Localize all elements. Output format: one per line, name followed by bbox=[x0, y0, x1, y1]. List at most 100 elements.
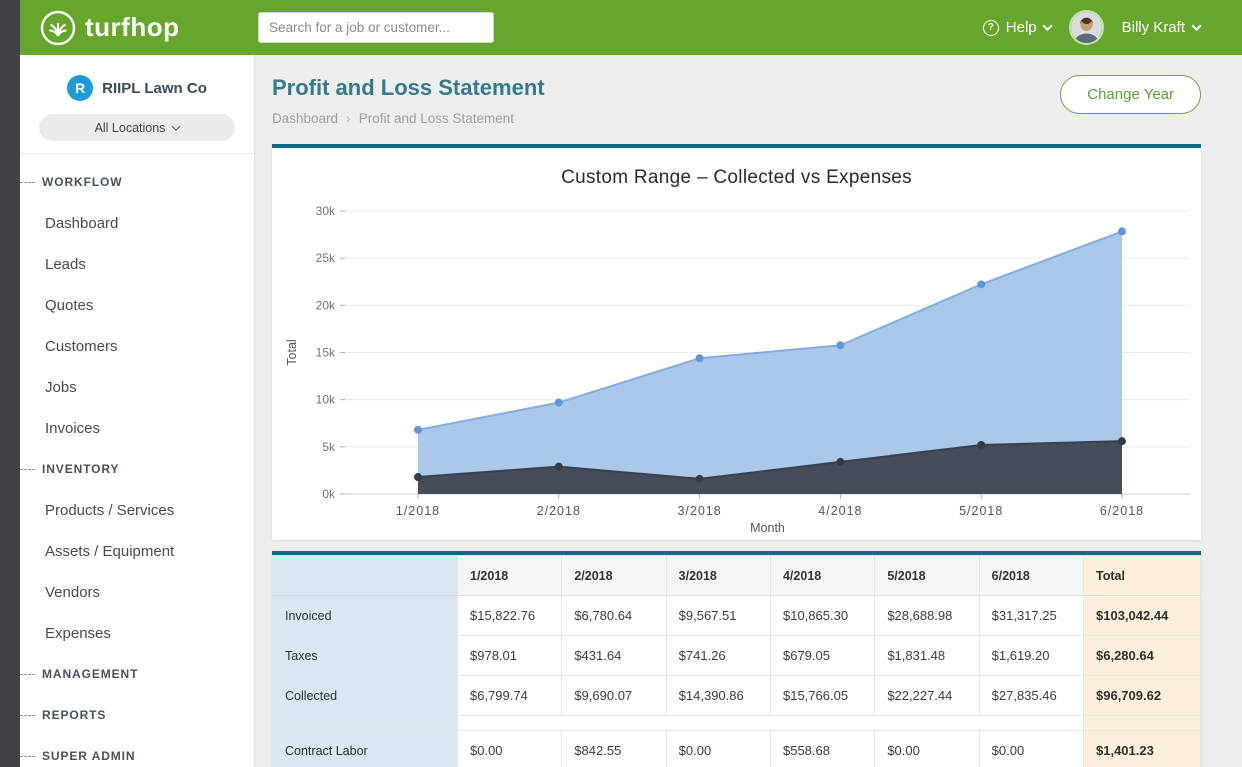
breadcrumb-separator-icon: › bbox=[346, 110, 351, 126]
company-row: R RIIPL Lawn Co bbox=[20, 75, 254, 101]
help-label: Help bbox=[1006, 19, 1037, 36]
column-header: 4/2018 bbox=[770, 556, 874, 596]
tree-dash-icon bbox=[20, 469, 35, 470]
sidebar-item-invoices[interactable]: Invoices bbox=[20, 408, 254, 449]
svg-text:5/2018: 5/2018 bbox=[959, 504, 1003, 518]
table-cell-total: $103,042.44 bbox=[1084, 596, 1201, 636]
table-cell: $1,831.48 bbox=[875, 636, 979, 676]
column-header: 1/2018 bbox=[458, 556, 562, 596]
svg-text:Month: Month bbox=[750, 521, 785, 535]
search-input[interactable] bbox=[258, 12, 494, 43]
section-label: INVENTORY bbox=[42, 462, 119, 476]
chart-title: Custom Range – Collected vs Expenses bbox=[272, 148, 1201, 193]
user-menu[interactable]: Billy Kraft bbox=[1122, 19, 1200, 36]
change-year-button[interactable]: Change Year bbox=[1060, 75, 1201, 114]
app: turfhop ? Help Billy Kraft bbox=[20, 0, 1242, 767]
chart-card: Custom Range – Collected vs Expenses 0k 5… bbox=[272, 144, 1201, 540]
table-row: Contract Labor $0.00 $842.55 $0.00 $558.… bbox=[273, 731, 1201, 767]
sidebar: R RIIPL Lawn Co All Locations WORKFLOW D… bbox=[20, 55, 255, 767]
table-cell: $842.55 bbox=[562, 731, 666, 767]
svg-text:5k: 5k bbox=[322, 440, 336, 454]
location-selector[interactable]: All Locations bbox=[39, 114, 235, 141]
row-label: Contract Labor bbox=[273, 731, 458, 767]
sidebar-item-leads[interactable]: Leads bbox=[20, 244, 254, 285]
sidebar-item-assets-equipment[interactable]: Assets / Equipment bbox=[20, 531, 254, 572]
table-cell: $9,567.51 bbox=[666, 596, 770, 636]
sidebar-section-inventory[interactable]: INVENTORY bbox=[20, 449, 254, 490]
breadcrumb-dashboard[interactable]: Dashboard bbox=[272, 111, 338, 126]
brand-logo[interactable]: turfhop bbox=[40, 10, 258, 46]
column-header: 6/2018 bbox=[979, 556, 1083, 596]
tree-dash-icon bbox=[20, 756, 35, 757]
table-cell: $15,766.05 bbox=[770, 676, 874, 716]
avatar[interactable] bbox=[1069, 10, 1104, 45]
user-name: Billy Kraft bbox=[1122, 19, 1185, 36]
table-cell: $978.01 bbox=[458, 636, 562, 676]
sidebar-nav: WORKFLOW Dashboard Leads Quotes Customer… bbox=[20, 154, 254, 767]
table-cell: $31,317.25 bbox=[979, 596, 1083, 636]
left-edge bbox=[0, 0, 20, 767]
brand-text: turfhop bbox=[85, 12, 179, 43]
svg-text:25k: 25k bbox=[316, 251, 336, 265]
sidebar-item-products-services[interactable]: Products / Services bbox=[20, 490, 254, 531]
tree-dash-icon bbox=[20, 715, 35, 716]
table-cell: $431.64 bbox=[562, 636, 666, 676]
svg-text:20k: 20k bbox=[316, 298, 336, 312]
column-header: 2/2018 bbox=[562, 556, 666, 596]
table-cell: $0.00 bbox=[875, 731, 979, 767]
row-label: Invoiced bbox=[273, 596, 458, 636]
help-icon: ? bbox=[983, 20, 999, 36]
sidebar-item-jobs[interactable]: Jobs bbox=[20, 367, 254, 408]
breadcrumb: Dashboard › Profit and Loss Statement bbox=[272, 110, 545, 126]
company-name: RIIPL Lawn Co bbox=[102, 80, 207, 97]
table-cell: $0.00 bbox=[458, 731, 562, 767]
table-cell: $14,390.86 bbox=[666, 676, 770, 716]
tree-dash-icon bbox=[20, 674, 35, 675]
table-cell: $6,780.64 bbox=[562, 596, 666, 636]
table-group-spacer bbox=[273, 716, 1201, 731]
avatar-image bbox=[1071, 12, 1102, 43]
svg-text:30k: 30k bbox=[316, 204, 336, 218]
column-header: 5/2018 bbox=[875, 556, 979, 596]
help-menu[interactable]: ? Help bbox=[983, 19, 1051, 36]
table-cell: $0.00 bbox=[979, 731, 1083, 767]
chevron-down-icon bbox=[172, 122, 180, 130]
table-cell: $22,227.44 bbox=[875, 676, 979, 716]
sidebar-section-reports[interactable]: REPORTS bbox=[20, 695, 254, 736]
sidebar-section-workflow[interactable]: WORKFLOW bbox=[20, 162, 254, 203]
svg-text:1/2018: 1/2018 bbox=[396, 504, 440, 518]
sidebar-company-block: R RIIPL Lawn Co All Locations bbox=[20, 55, 254, 154]
table-row: Taxes $978.01 $431.64 $741.26 $679.05 $1… bbox=[273, 636, 1201, 676]
location-selector-label: All Locations bbox=[95, 121, 166, 135]
table-cell: $10,865.30 bbox=[770, 596, 874, 636]
sidebar-item-customers[interactable]: Customers bbox=[20, 326, 254, 367]
topbar: turfhop ? Help Billy Kraft bbox=[20, 0, 1242, 55]
sidebar-item-vendors[interactable]: Vendors bbox=[20, 572, 254, 613]
table-cell: $558.68 bbox=[770, 731, 874, 767]
row-label: Taxes bbox=[273, 636, 458, 676]
svg-text:2/2018: 2/2018 bbox=[537, 504, 581, 518]
column-header-total: Total bbox=[1084, 556, 1201, 596]
row-label: Collected bbox=[273, 676, 458, 716]
table-row: Collected $6,799.74 $9,690.07 $14,390.86… bbox=[273, 676, 1201, 716]
pl-table: 1/2018 2/2018 3/2018 4/2018 5/2018 6/201… bbox=[272, 555, 1201, 767]
topbar-right: ? Help Billy Kraft bbox=[983, 10, 1242, 45]
svg-text:15k: 15k bbox=[316, 346, 336, 360]
turfhop-grass-icon bbox=[40, 10, 76, 46]
sidebar-section-super-admin[interactable]: SUPER ADMIN bbox=[20, 736, 254, 767]
chevron-down-icon bbox=[1192, 21, 1202, 31]
section-label: REPORTS bbox=[42, 708, 106, 722]
page-header: Profit and Loss Statement Dashboard › Pr… bbox=[272, 55, 1201, 126]
table-cell: $741.26 bbox=[666, 636, 770, 676]
company-badge: R bbox=[67, 75, 93, 101]
section-label: WORKFLOW bbox=[42, 175, 123, 189]
sidebar-item-dashboard[interactable]: Dashboard bbox=[20, 203, 254, 244]
table-row: Invoiced $15,822.76 $6,780.64 $9,567.51 … bbox=[273, 596, 1201, 636]
table-cell: $1,619.20 bbox=[979, 636, 1083, 676]
svg-text:0k: 0k bbox=[322, 487, 336, 501]
svg-text:Total: Total bbox=[285, 339, 299, 365]
sidebar-item-quotes[interactable]: Quotes bbox=[20, 285, 254, 326]
section-label: SUPER ADMIN bbox=[42, 749, 135, 763]
sidebar-section-management[interactable]: MANAGEMENT bbox=[20, 654, 254, 695]
sidebar-item-expenses[interactable]: Expenses bbox=[20, 613, 254, 654]
